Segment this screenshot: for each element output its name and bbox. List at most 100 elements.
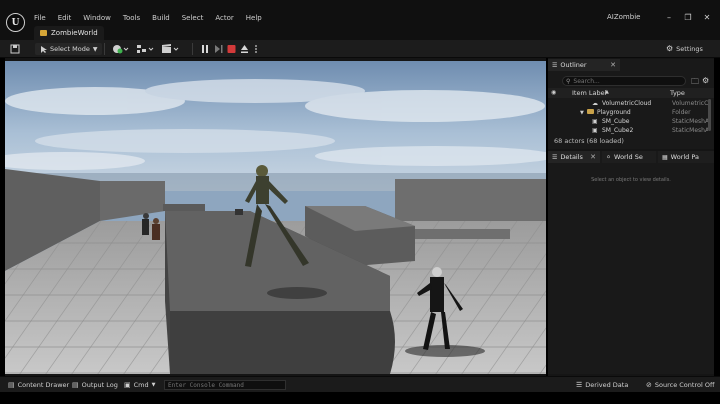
cmd-dropdown[interactable]: ▣ Cmd ▼ <box>124 380 155 390</box>
outliner-tab-label: Outliner <box>560 61 587 69</box>
gear-icon: ⚙ <box>666 44 674 53</box>
title-bar: U File Edit Window Tools Build Select Ac… <box>0 0 720 40</box>
menu-actor[interactable]: Actor <box>214 13 234 23</box>
details-panel: ☰ Details ✕ ⚪ World Se ▦ World Pa Select… <box>548 151 714 374</box>
close-icon[interactable]: ✕ <box>700 13 714 23</box>
minimize-icon[interactable]: – <box>662 13 676 23</box>
source-control-label: Source Control Off <box>654 381 715 389</box>
outliner-scrollbar[interactable] <box>708 99 711 131</box>
menu-window[interactable]: Window <box>82 13 112 23</box>
chevron-down-icon: ▼ <box>92 45 98 53</box>
row-type: StaticMeshA <box>672 127 708 134</box>
details-empty-hint: Select an object to view details. <box>591 177 671 183</box>
output-log-button[interactable]: ▤ Output Log <box>72 380 118 390</box>
cloud-icon: ☁ <box>592 100 598 107</box>
menu-tools[interactable]: Tools <box>122 13 141 23</box>
static-mesh-icon: ▣ <box>592 118 598 125</box>
menu-select[interactable]: Select <box>181 13 205 23</box>
row-label: VolumetricCloud <box>602 100 652 107</box>
search-icon: ⚲ <box>566 77 571 85</box>
close-icon[interactable]: ✕ <box>590 153 596 161</box>
level-tab-label: ZombieWorld <box>51 29 98 37</box>
actors-count: 68 actors (68 loaded) <box>554 137 624 145</box>
world-settings-tab-label: World Se <box>614 153 643 161</box>
source-control-button[interactable]: ⊘ Source Control Off <box>646 380 714 390</box>
viewport-scene <box>5 61 546 374</box>
row-label: SM_Cube <box>602 118 630 125</box>
project-name: AIZombie <box>607 13 641 21</box>
folder-icon <box>587 109 594 114</box>
outliner-panel: ☰ Outliner ✕ ⚲ 🗀 ⚙ ◉ Item Label ▲ Type ☁… <box>548 59 714 149</box>
more-icon[interactable] <box>254 44 263 54</box>
outliner-row[interactable]: ☁ VolumetricCloud VolumetricC <box>548 99 708 108</box>
console-command-field[interactable] <box>164 380 286 390</box>
stop-icon[interactable] <box>227 44 236 54</box>
content-drawer-icon: ▤ <box>8 381 15 389</box>
level-viewport[interactable] <box>5 61 546 374</box>
row-label: SM_Cube2 <box>602 127 634 134</box>
menu-build[interactable]: Build <box>151 13 171 23</box>
static-mesh-icon: ▣ <box>592 127 598 134</box>
derived-data-button[interactable]: ☰ Derived Data <box>576 380 628 390</box>
pause-icon[interactable] <box>201 44 210 54</box>
platform-front <box>170 311 395 374</box>
row-type: StaticMeshA <box>672 118 708 125</box>
chevron-down-icon: ▼ <box>151 382 156 388</box>
world-partition-icon: ▦ <box>662 153 668 161</box>
eject-icon[interactable] <box>240 44 249 54</box>
maximize-icon[interactable]: ❐ <box>681 13 695 23</box>
outliner-search[interactable]: ⚲ <box>562 76 686 86</box>
row-label: Playground <box>597 109 631 116</box>
cinematics-icon[interactable] <box>162 44 180 54</box>
menu-help[interactable]: Help <box>245 13 263 23</box>
world-partition-tab-label: World Pa <box>670 153 699 161</box>
content-drawer-button[interactable]: ▤ Content Drawer <box>8 380 69 390</box>
unreal-logo-icon[interactable]: U <box>6 13 25 32</box>
globe-icon: ⚪ <box>606 153 612 161</box>
sort-ascending-icon: ▲ <box>605 89 609 95</box>
outliner-column-header: ◉ Item Label ▲ Type <box>548 88 714 98</box>
add-actor-icon[interactable] <box>112 44 129 54</box>
settings-label: Settings <box>676 44 703 53</box>
block-small <box>163 204 205 211</box>
outliner-icon: ☰ <box>552 61 558 69</box>
chevron-down-icon[interactable]: ▼ <box>580 110 584 116</box>
settings-button[interactable]: ⚙ Settings <box>666 44 703 53</box>
main-toolbar: Select Mode ▼ ⚙ Settings <box>0 40 720 58</box>
ledge <box>415 229 510 239</box>
save-icon[interactable] <box>10 44 20 54</box>
terminal-icon: ▣ <box>124 381 131 389</box>
select-mode-label: Select Mode <box>50 45 90 53</box>
select-mode-dropdown[interactable]: Select Mode ▼ <box>35 43 103 55</box>
gear-icon[interactable]: ⚙ <box>702 76 709 85</box>
details-icon: ☰ <box>552 153 558 161</box>
menu-bar: File Edit Window Tools Build Select Acto… <box>33 13 273 23</box>
column-type[interactable]: Type <box>670 89 685 97</box>
search-input[interactable] <box>573 77 684 85</box>
advance-frame-icon[interactable] <box>214 44 223 54</box>
eye-icon[interactable]: ◉ <box>551 89 556 96</box>
close-icon[interactable]: ✕ <box>610 61 616 69</box>
row-type: VolumetricC <box>672 100 708 107</box>
tab-world-settings[interactable]: ⚪ World Se <box>602 151 656 163</box>
derived-data-label: Derived Data <box>585 381 629 389</box>
output-log-label: Output Log <box>81 381 118 389</box>
tab-world-partition[interactable]: ▦ World Pa <box>658 151 714 163</box>
console-input[interactable] <box>165 382 283 389</box>
content-drawer-label: Content Drawer <box>17 381 70 389</box>
status-bar: ▤ Content Drawer ▤ Output Log ▣ Cmd ▼ ☰ … <box>0 376 720 392</box>
output-log-icon: ▤ <box>72 381 79 389</box>
outliner-row[interactable]: ▣ SM_Cube StaticMeshA <box>548 117 708 126</box>
unreal-editor-window: U File Edit Window Tools Build Select Ac… <box>0 0 720 404</box>
wall-back <box>100 181 165 221</box>
column-item-label[interactable]: Item Label <box>572 89 606 97</box>
tab-outliner[interactable]: ☰ Outliner ✕ <box>548 59 620 71</box>
level-tab[interactable]: ZombieWorld <box>34 26 104 40</box>
menu-file[interactable]: File <box>33 13 47 23</box>
blueprint-icon[interactable] <box>137 44 155 54</box>
source-control-icon: ⊘ <box>646 381 652 389</box>
tab-details[interactable]: ☰ Details ✕ <box>548 151 600 163</box>
outliner-row[interactable]: ▣ SM_Cube2 StaticMeshA <box>548 126 708 135</box>
menu-edit[interactable]: Edit <box>57 13 73 23</box>
outliner-row[interactable]: ▼ Playground Folder <box>548 108 708 117</box>
